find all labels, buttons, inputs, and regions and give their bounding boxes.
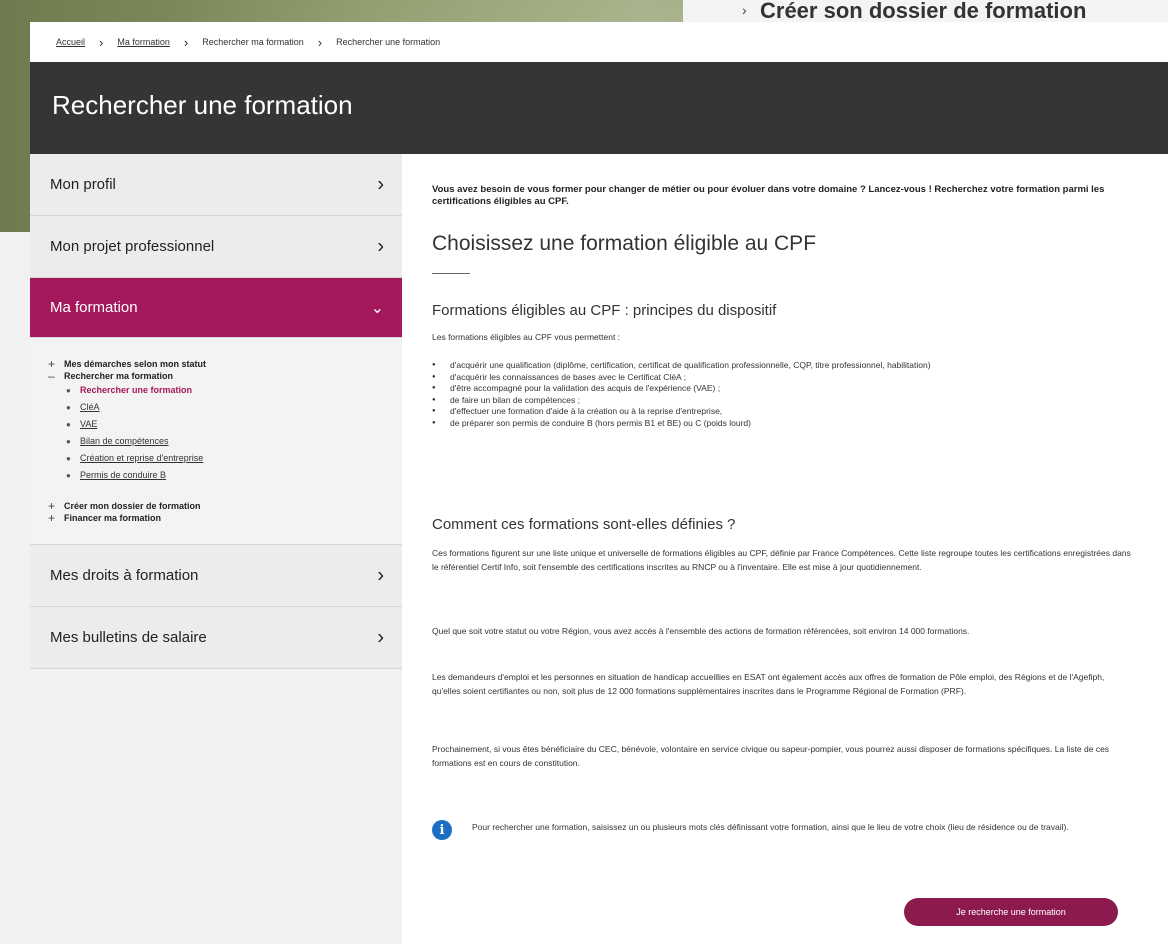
submenu-children: ● Rechercher une formation ● CléA ● VAE … [48,382,402,484]
submenu-child-bilan[interactable]: ● Bilan de compétences [66,433,402,450]
page-header: Rechercher une formation [30,62,1168,154]
breadcrumb-rechercher-ma-formation[interactable]: Rechercher ma formation [202,37,304,47]
section2-paragraph: Les demandeurs d'emploi et les personnes… [432,672,1105,696]
submenu-child-creation[interactable]: ● Création et reprise d'entreprise [66,450,402,467]
section2-title: Comment ces formations sont-elles défini… [432,516,736,533]
submenu-child-clea[interactable]: ● CléA [66,399,402,416]
breadcrumb-ma-formation[interactable]: Ma formation [117,37,170,47]
sidebar-item-bulletins-salaire[interactable]: Mes bulletins de salaire › [30,607,402,669]
submenu-item-demarches[interactable]: + Mes démarches selon mon statut [48,358,402,370]
background-title: Créer son dossier de formation [760,0,1087,22]
submenu-child-vae[interactable]: ● VAE [66,416,402,433]
sidebar-item-projet-professionnel[interactable]: Mon projet professionnel › [30,216,402,278]
breadcrumb-current: Rechercher une formation [336,37,441,47]
submenu-item-dossier[interactable]: + Créer mon dossier de formation [48,500,402,512]
search-formation-button[interactable]: Je recherche une formation [904,898,1118,926]
section1-title: Formations éligibles au CPF : principes … [432,302,777,319]
chevron-right-icon: › [377,564,384,586]
sidebar-item-mon-profil[interactable]: Mon profil › [30,154,402,216]
list-item: d'acquérir une qualification (diplôme, c… [432,360,1142,372]
section1-list: d'acquérir une qualification (diplôme, c… [432,360,1142,429]
section1-lead: Les formations éligibles au CPF vous per… [432,332,621,342]
info-box: i Pour rechercher une formation, saisiss… [432,820,1132,840]
bullet-icon: ● [66,420,71,429]
submenu-child-permis[interactable]: ● Permis de conduire B [66,467,402,484]
intro-text: Vous avez besoin de vous former pour cha… [432,184,1105,207]
submenu-item-financer[interactable]: + Financer ma formation [48,512,402,524]
bullet-icon: ● [66,403,71,412]
chevron-right-icon: › [377,235,384,257]
section2-paragraph: Ces formations figurent sur une liste un… [432,548,1131,572]
section2-paragraph: Prochainement, si vous êtes bénéficiaire… [432,744,1110,768]
list-item: de préparer son permis de conduire B (ho… [432,418,1142,430]
breadcrumb-home[interactable]: Accueil [56,37,85,47]
page-title: Rechercher une formation [52,90,353,120]
sidebar-item-ma-formation[interactable]: Ma formation ⌄ [30,278,402,338]
chevron-down-icon: ⌄ [370,299,384,317]
section2-paragraph: Quel que soit votre statut ou votre Régi… [432,626,970,636]
minus-icon: – [48,369,55,383]
info-icon: i [432,820,452,840]
chevron-right-icon: › [742,2,747,18]
submenu-ma-formation: + Mes démarches selon mon statut – Reche… [30,338,402,545]
chevron-right-icon: › [377,173,384,195]
sidebar-item-label: Mes bulletins de salaire [50,629,207,646]
list-item: de faire un bilan de compétences ; [432,395,1142,407]
sidebar-item-label: Mes droits à formation [50,567,199,584]
chevron-right-icon: › [317,34,323,50]
bullet-icon: ● [66,471,71,480]
submenu-item-rechercher[interactable]: – Rechercher ma formation [48,370,402,382]
chevron-right-icon: › [183,34,189,50]
bullet-icon: ● [66,437,71,446]
chevron-right-icon: › [377,626,384,648]
sidebar-item-label: Ma formation [50,299,138,316]
sidebar-item-droits-formation[interactable]: Mes droits à formation › [30,545,402,607]
bullet-icon: ● [66,454,71,463]
breadcrumb: Accueil › Ma formation › Rechercher ma f… [30,22,1168,62]
section-heading: Choisissez une formation éligible au CPF [432,232,817,255]
sidebar-item-label: Mon profil [50,176,116,193]
info-text: Pour rechercher une formation, saisissez… [472,822,1069,832]
sidebar: Mon profil › Mon projet professionnel › … [30,154,402,944]
list-item: d'acquérir les connaissances de bases av… [432,372,1142,384]
submenu-child-rechercher-une-formation[interactable]: ● Rechercher une formation [66,382,402,399]
list-item: d'être accompagné pour la validation des… [432,383,1142,395]
chevron-right-icon: › [99,34,104,50]
bullet-icon: ● [66,386,71,395]
main-content: Vous avez besoin de vous former pour cha… [402,154,1168,944]
sidebar-item-label: Mon projet professionnel [50,238,215,255]
list-item: d'effectuer une formation d'aide à la cr… [432,406,1142,418]
plus-icon: + [48,511,56,525]
heading-divider [432,273,470,274]
